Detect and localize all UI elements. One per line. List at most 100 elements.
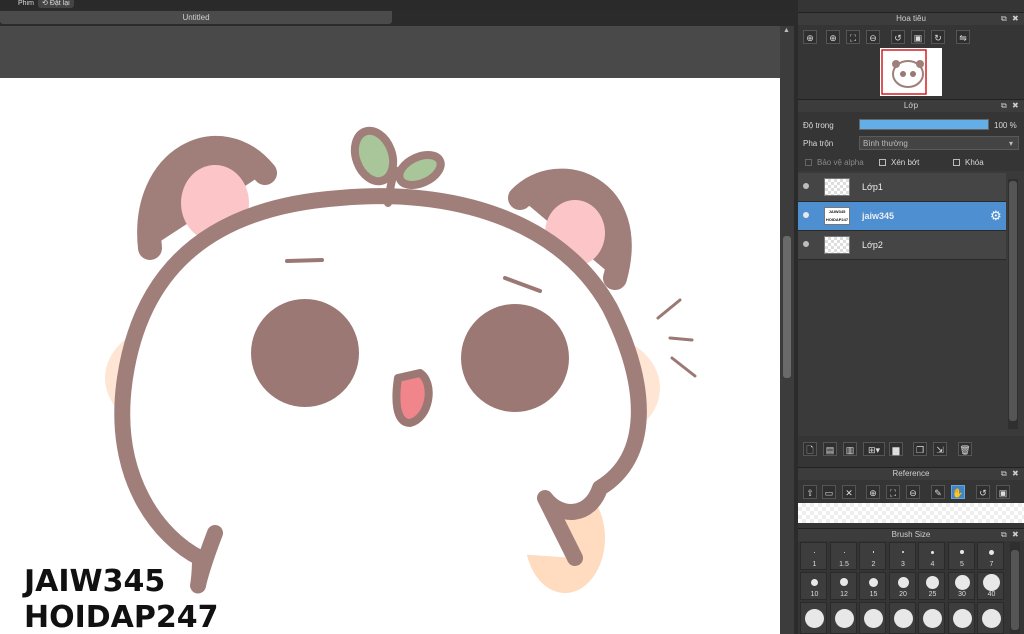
gear-icon[interactable]: ⚙: [990, 208, 1002, 224]
zoom-in-icon[interactable]: ⊕: [803, 30, 817, 44]
duplicate-layer-icon[interactable]: ❐: [913, 442, 927, 456]
navigator-title: Hoa tiêu: [896, 14, 926, 23]
eyedropper-icon[interactable]: ✎: [931, 485, 945, 499]
brush-size-cell[interactable]: 20: [888, 572, 916, 600]
zoom-in-icon[interactable]: ⊕: [826, 30, 840, 44]
reset-view-icon[interactable]: ▣: [996, 485, 1010, 499]
layer-name: Lớp1: [862, 182, 883, 192]
brush-size-cell[interactable]: 10: [800, 572, 827, 600]
brush-size-label: 30: [958, 591, 966, 598]
brush-size-dot: [926, 575, 939, 589]
close-icon[interactable]: ✖: [1012, 100, 1019, 112]
undock-icon[interactable]: ⧉: [1001, 100, 1007, 112]
close-icon[interactable]: ✖: [1012, 468, 1019, 480]
canvas-scroll-thumb[interactable]: [783, 236, 791, 378]
zoom-out-icon[interactable]: ⊖: [866, 30, 880, 44]
brush-size-cell[interactable]: 1.5: [829, 542, 857, 570]
brush-size-cell[interactable]: [800, 602, 827, 634]
close-icon[interactable]: ✕: [842, 485, 856, 499]
drawing-canvas[interactable]: JAIW345 HOIDAP247: [0, 78, 780, 634]
layer-row-selected[interactable]: JAIW345 HOIDAP247 jaiw345 ⚙: [798, 202, 1006, 231]
layer-row[interactable]: Lớp2: [798, 231, 1006, 260]
brush-size-cell[interactable]: [977, 602, 1004, 634]
protect-alpha-checkbox[interactable]: [805, 159, 812, 166]
zoom-out-icon[interactable]: ⊖: [906, 485, 920, 499]
brush-size-dot: [811, 578, 818, 586]
flip-icon[interactable]: ⇋: [956, 30, 970, 44]
rotate-right-icon[interactable]: ↻: [931, 30, 945, 44]
reset-view-icon[interactable]: ▣: [911, 30, 925, 44]
rotate-left-icon[interactable]: ↺: [891, 30, 905, 44]
brush-size-cell[interactable]: 25: [918, 572, 945, 600]
brush-size-cell[interactable]: 4: [918, 542, 945, 570]
new-layer-8bit-icon[interactable]: ▤: [823, 442, 837, 456]
fit-screen-icon[interactable]: ⛶: [846, 30, 860, 44]
trash-icon[interactable]: 🗑: [958, 442, 972, 456]
brush-size-dot: [983, 573, 1000, 591]
undock-icon[interactable]: ⧉: [1001, 468, 1007, 480]
brush-size-grid: 1 1.5 2 3 4 5 7 10 12 15 20 25 30 40: [800, 542, 1008, 634]
opacity-slider[interactable]: [859, 119, 989, 130]
brush-size-dot: [897, 576, 909, 588]
undo-button[interactable]: ⟲ Đặt lại: [38, 0, 74, 8]
reference-title: Reference: [892, 469, 930, 478]
navigator-preview[interactable]: [880, 48, 942, 96]
brush-size-cell[interactable]: 2: [859, 542, 886, 570]
scroll-up-icon[interactable]: ▲: [783, 27, 790, 34]
layer-row[interactable]: Lớp1: [798, 173, 1006, 202]
brush-size-dot: [902, 551, 904, 553]
brush-size-label: 7: [989, 561, 994, 568]
merge-layer-icon[interactable]: ⇲: [933, 442, 947, 456]
brush-size-label: 2: [871, 561, 876, 568]
brush-size-cell[interactable]: [829, 602, 857, 634]
add-layer-menu-icon[interactable]: ⊞▾: [863, 442, 885, 456]
new-layer-icon[interactable]: 🗋: [803, 442, 817, 456]
layer-scrollbar[interactable]: [1008, 179, 1018, 429]
visibility-eye-icon[interactable]: [803, 241, 809, 247]
new-layer-1bit-icon[interactable]: ▥: [843, 442, 857, 456]
canvas-area[interactable]: JAIW345 HOIDAP247: [0, 26, 780, 634]
brush-size-cell[interactable]: [888, 602, 916, 634]
undock-icon[interactable]: ⧉: [1001, 13, 1007, 25]
reference-image-area[interactable]: [798, 503, 1024, 523]
open-folder-icon[interactable]: ▭: [822, 485, 836, 499]
blend-mode-select[interactable]: Bình thường ▾: [859, 136, 1019, 150]
brush-size-cell[interactable]: 3: [888, 542, 916, 570]
close-icon[interactable]: ✖: [1012, 529, 1019, 541]
layer-title: Lớp: [903, 101, 919, 110]
brush-scrollbar[interactable]: [1010, 542, 1020, 634]
folder-icon[interactable]: ▆: [889, 442, 903, 456]
top-toolbar: Phim ⟲ Đặt lại: [0, 0, 798, 10]
navigator-panel: Hoa tiêu ⧉ ✖ ⊕ ⊕ ⛶ ⊖ ↺ ▣ ↻ ⇋: [798, 12, 1024, 98]
brush-size-cell[interactable]: 5: [947, 542, 975, 570]
brush-size-dot: [982, 609, 1001, 628]
brush-size-dot: [814, 551, 815, 553]
visibility-eye-icon[interactable]: [803, 212, 809, 218]
menu-partial[interactable]: Phim: [14, 0, 38, 8]
upload-icon[interactable]: ⇧: [803, 485, 817, 499]
brush-size-cell[interactable]: 15: [859, 572, 886, 600]
brush-size-cell[interactable]: 30: [947, 572, 975, 600]
brush-size-cell[interactable]: [859, 602, 886, 634]
document-tab[interactable]: Untitled: [0, 11, 392, 24]
brush-size-cell[interactable]: 40: [977, 572, 1004, 600]
zoom-in-icon[interactable]: ⊕: [866, 485, 880, 499]
clipping-checkbox[interactable]: [879, 159, 886, 166]
lock-checkbox[interactable]: [953, 159, 960, 166]
brush-size-cell[interactable]: [918, 602, 945, 634]
undock-icon[interactable]: ⧉: [1001, 529, 1007, 541]
layer-name: Lớp2: [862, 240, 883, 250]
blend-value: Bình thường: [863, 139, 908, 148]
brush-size-cell[interactable]: 12: [829, 572, 857, 600]
visibility-eye-icon[interactable]: [803, 183, 809, 189]
brush-size-dot: [869, 577, 878, 587]
close-icon[interactable]: ✖: [1012, 13, 1019, 25]
fit-screen-icon[interactable]: ⛶: [886, 485, 900, 499]
rotate-icon[interactable]: ↺: [976, 485, 990, 499]
brush-size-cell[interactable]: 7: [977, 542, 1004, 570]
brush-size-cell[interactable]: 1: [800, 542, 827, 570]
brush-size-label: 12: [840, 591, 848, 598]
hand-icon[interactable]: ✋: [951, 485, 965, 499]
brush-size-cell[interactable]: [947, 602, 975, 634]
layer-thumbnail: JAIW345 HOIDAP247: [824, 207, 850, 225]
